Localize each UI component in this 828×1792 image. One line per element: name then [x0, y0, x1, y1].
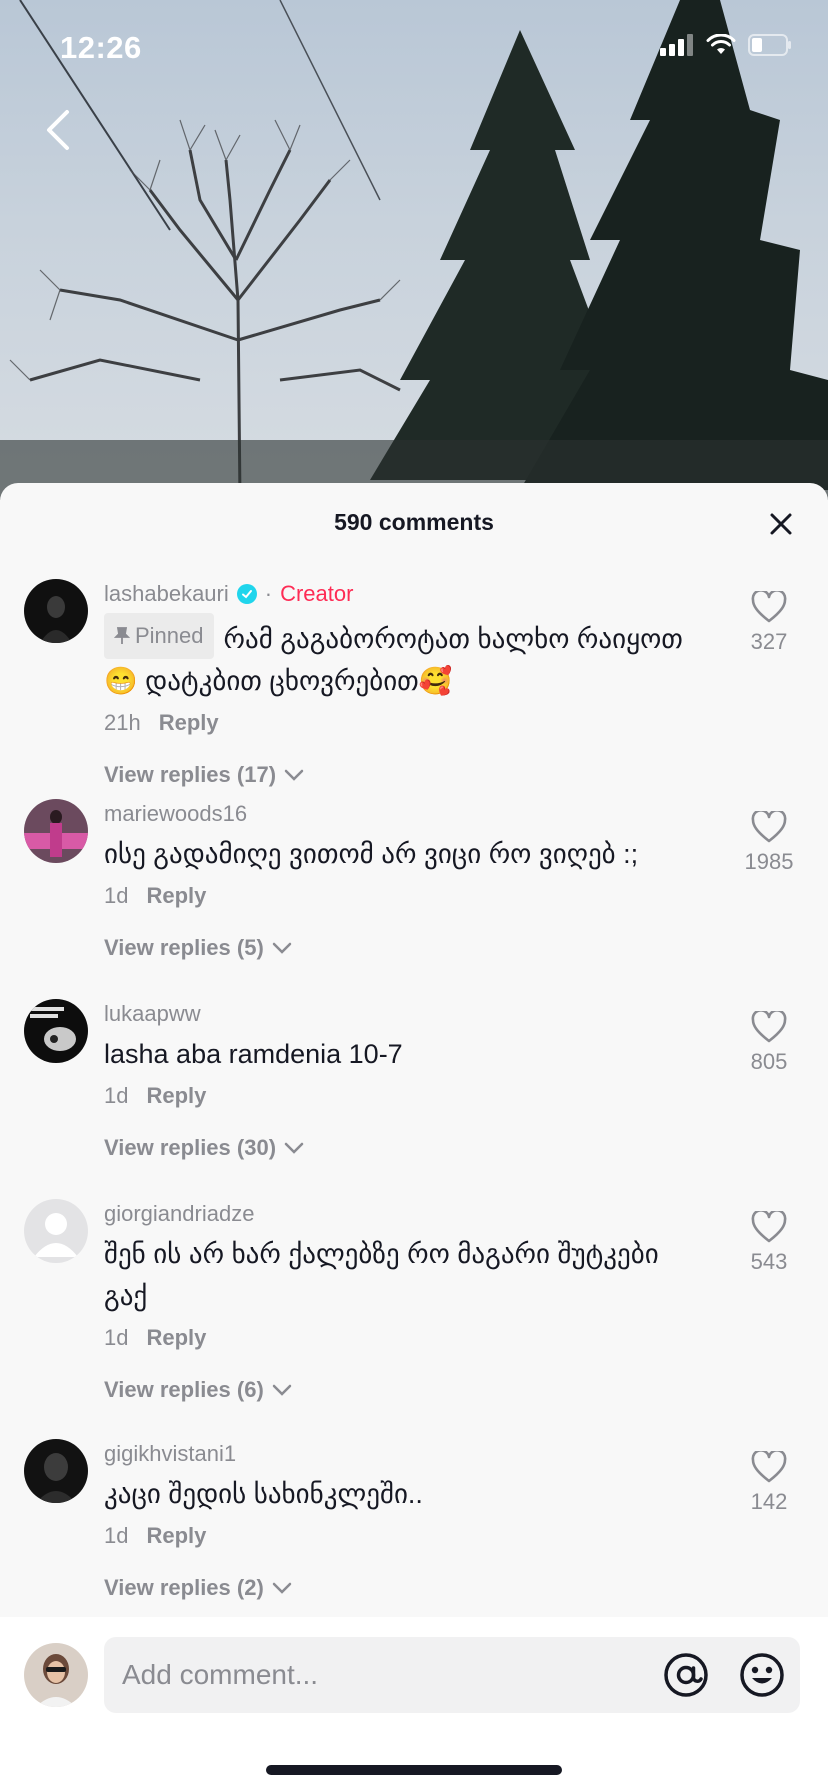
view-replies-label: View replies (17) — [104, 762, 277, 787]
like-button[interactable]: 805 — [734, 1009, 804, 1075]
creator-label: Creator — [280, 581, 354, 606]
view-replies-button[interactable]: View replies (17) — [104, 762, 704, 788]
home-indicator[interactable] — [266, 1765, 562, 1775]
current-user-avatar — [24, 1643, 88, 1707]
comment-text-row: Pinned რამ გაგაბოროტათ ხალხო რაიყოთ😁 დატ… — [104, 613, 704, 702]
chevron-down-icon — [272, 1384, 292, 1396]
like-button[interactable]: 1985 — [734, 809, 804, 875]
reply-button[interactable]: Reply — [146, 1083, 206, 1109]
chevron-down-icon — [284, 1142, 304, 1154]
view-replies-button[interactable]: View replies (5) — [104, 935, 704, 961]
comment-username-row: lukaapww — [104, 999, 704, 1029]
comment-body: giorgiandriadze შენ ის არ ხარ ქალებზე რო… — [104, 1199, 704, 1403]
comment-list[interactable]: lashabekauri · Creator Pinned რამ გაგაბო… — [0, 563, 828, 1603]
comment-text: შენ ის არ ხარ ქალებზე რო მაგარი შუტკები … — [104, 1239, 659, 1311]
view-replies-label: View replies (30) — [104, 1135, 277, 1160]
battery-icon — [748, 34, 791, 56]
avatar[interactable] — [24, 579, 88, 643]
wifi-icon — [706, 34, 736, 54]
pin-icon — [114, 627, 130, 644]
reply-button[interactable]: Reply — [159, 710, 219, 736]
avatar[interactable] — [24, 1439, 88, 1503]
comment-meta: 21h Reply — [104, 706, 704, 740]
comment-username[interactable]: gigikhvistani1 — [104, 1441, 236, 1467]
reply-button[interactable]: Reply — [146, 1523, 206, 1549]
view-replies-button[interactable]: View replies (2) — [104, 1575, 704, 1601]
comment-username-row: mariewoods16 — [104, 799, 704, 829]
comment-body: gigikhvistani1 კაცი შედის სახინკლეში.. 1… — [104, 1439, 704, 1601]
comment-username-row: giorgiandriadze — [104, 1199, 704, 1229]
verified-badge-icon — [236, 584, 257, 604]
comment-username[interactable]: lukaapww — [104, 1001, 201, 1027]
view-replies-button[interactable]: View replies (30) — [104, 1135, 704, 1161]
comments-header: 590 comments — [0, 483, 828, 563]
comment-meta: 1d Reply — [104, 1321, 704, 1355]
like-count: 805 — [750, 1049, 788, 1074]
emoji-icon — [740, 1653, 784, 1697]
heart-icon — [751, 589, 787, 623]
chevron-down-icon — [272, 1582, 292, 1594]
comment-username-row: lashabekauri · Creator — [104, 579, 704, 609]
cellular-signal-icon — [660, 34, 693, 56]
pinned-badge: Pinned — [104, 613, 214, 659]
separator-dot: · — [264, 581, 273, 606]
status-icons — [660, 34, 792, 56]
reply-button[interactable]: Reply — [146, 883, 206, 909]
avatar[interactable] — [24, 999, 88, 1063]
pinned-label: Pinned — [135, 623, 204, 648]
comment-username[interactable]: mariewoods16 — [104, 801, 247, 827]
avatar[interactable] — [24, 1199, 88, 1263]
comment-time: 1d — [104, 1083, 129, 1108]
chevron-left-icon — [47, 110, 69, 150]
comment-text: lasha aba ramdenia 10-7 — [104, 1039, 403, 1069]
mention-button[interactable] — [662, 1651, 710, 1699]
comment-meta: 1d Reply — [104, 879, 704, 913]
comment-body: lashabekauri · Creator Pinned რამ გაგაბო… — [104, 579, 704, 788]
back-button[interactable] — [28, 100, 88, 160]
comment-time: 21h — [104, 710, 141, 735]
heart-icon — [751, 1209, 787, 1243]
comment-body: lukaapww lasha aba ramdenia 10-7 1d Repl… — [104, 999, 704, 1161]
chevron-down-icon — [272, 942, 292, 954]
status-bar: 12:26 — [0, 0, 828, 100]
chevron-down-icon — [284, 769, 304, 781]
comment-time: 1d — [104, 1325, 129, 1350]
view-replies-label: View replies (5) — [104, 935, 264, 960]
comment-text: კაცი შედის სახინკლეში.. — [104, 1479, 423, 1509]
comment-username[interactable]: lashabekauri — [104, 581, 229, 607]
comments-sheet: 590 comments lashabekauri · Creator Pinn… — [0, 483, 828, 1792]
status-time: 12:26 — [60, 30, 142, 65]
comment-time: 1d — [104, 1523, 129, 1548]
close-icon — [770, 513, 792, 535]
comment-username[interactable]: giorgiandriadze — [104, 1201, 254, 1227]
at-icon — [664, 1653, 708, 1697]
add-comment-placeholder: Add comment... — [122, 1659, 319, 1690]
like-count: 543 — [750, 1249, 788, 1274]
comment-text: ისე გადამიღე ვითომ არ ვიცი რო ვიღებ :; — [104, 839, 639, 869]
comment-username-row: gigikhvistani1 — [104, 1439, 704, 1469]
comment-time: 1d — [104, 883, 129, 908]
like-count: 142 — [750, 1489, 788, 1514]
comment-input-bar: Add comment... — [0, 1617, 828, 1792]
heart-icon — [751, 809, 787, 843]
comment-meta: 1d Reply — [104, 1519, 704, 1553]
view-replies-label: View replies (2) — [104, 1575, 264, 1600]
comment-body: mariewoods16 ისე გადამიღე ვითომ არ ვიცი … — [104, 799, 704, 961]
view-replies-label: View replies (6) — [104, 1377, 264, 1402]
heart-icon — [751, 1449, 787, 1483]
view-replies-button[interactable]: View replies (6) — [104, 1377, 704, 1403]
emoji-button[interactable] — [738, 1651, 786, 1699]
comment-meta: 1d Reply — [104, 1079, 704, 1113]
like-button[interactable]: 327 — [734, 589, 804, 655]
like-button[interactable]: 142 — [734, 1449, 804, 1515]
like-count: 1985 — [744, 849, 794, 874]
like-button[interactable]: 543 — [734, 1209, 804, 1275]
like-count: 327 — [750, 629, 788, 654]
comments-count-title: 590 comments — [334, 509, 494, 535]
reply-button[interactable]: Reply — [146, 1325, 206, 1351]
add-comment-input[interactable]: Add comment... — [104, 1637, 800, 1713]
close-button[interactable] — [762, 505, 800, 543]
heart-icon — [751, 1009, 787, 1043]
avatar[interactable] — [24, 799, 88, 863]
